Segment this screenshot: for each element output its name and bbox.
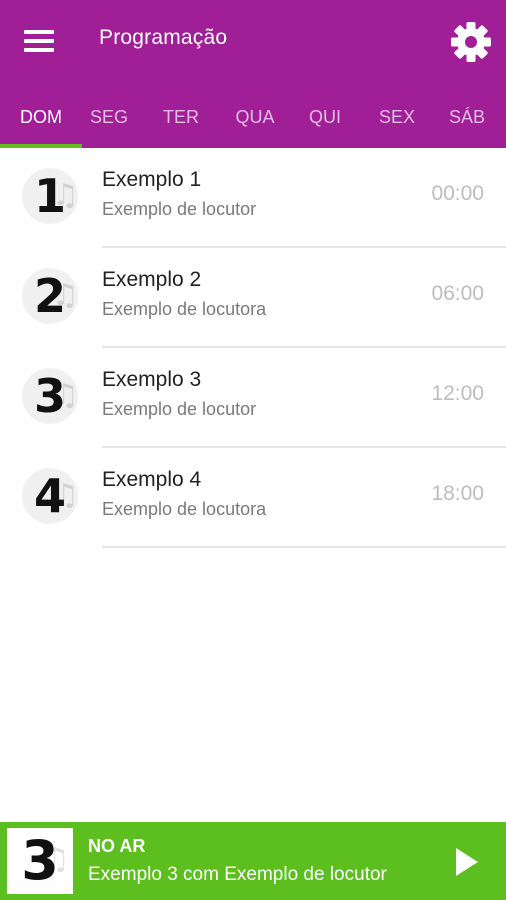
tab-label: TER [163, 106, 199, 127]
program-title: Exemplo 3 [102, 368, 202, 391]
program-title: Exemplo 4 [102, 468, 202, 491]
now-playing-bar[interactable]: ♫ 3 NO AR Exemplo 3 com Exemplo de locut… [0, 822, 506, 900]
program-number: 3 [33, 369, 66, 423]
program-number: 1 [33, 169, 66, 223]
program-time: 00:00 [431, 182, 484, 205]
hamburger-menu-icon[interactable] [20, 26, 58, 56]
tab-sex[interactable]: SEX [366, 86, 428, 148]
program-host: Exemplo de locutora [102, 499, 267, 519]
divider [102, 546, 506, 548]
page-title: Programação [99, 26, 228, 49]
list-item[interactable]: ♫ 4 Exemplo 4 Exemplo de locutora 18:00 [0, 448, 506, 548]
program-badge: ♫ 4 [22, 468, 79, 524]
tab-label: SEX [378, 106, 416, 127]
program-time: 06:00 [431, 282, 484, 305]
program-title: Exemplo 1 [102, 168, 202, 191]
tab-seg[interactable]: SEG [82, 86, 136, 148]
tab-dom[interactable]: DOM [0, 86, 82, 148]
program-badge: ♫ 3 [22, 368, 79, 424]
list-item[interactable]: ♫ 3 Exemplo 3 Exemplo de locutor 12:00 [0, 348, 506, 448]
program-badge: ♫ 2 [22, 268, 79, 324]
tab-label: DOM [20, 106, 62, 127]
tab-label: SÁB [448, 106, 486, 127]
tab-qui[interactable]: QUI [284, 86, 366, 148]
gear-icon[interactable] [448, 19, 494, 65]
now-playing-cover: ♫ 3 [7, 828, 73, 894]
program-host: Exemplo de locutora [102, 299, 267, 319]
tab-label: QUI [308, 106, 341, 127]
app-bar: Programação DOM SEG TER QUA QUI SEX SÁB [0, 0, 506, 148]
toolbar: Programação [0, 0, 506, 86]
tab-label: QUA [235, 106, 275, 127]
tab-qua[interactable]: QUA [226, 86, 284, 148]
list-item[interactable]: ♫ 2 Exemplo 2 Exemplo de locutora 06:00 [0, 248, 506, 348]
tab-sab[interactable]: SÁB [428, 86, 506, 148]
program-time: 12:00 [431, 382, 484, 405]
day-tabs: DOM SEG TER QUA QUI SEX SÁB [0, 86, 506, 148]
list-item[interactable]: ♫ 1 Exemplo 1 Exemplo de locutor 00:00 [0, 148, 506, 248]
now-playing-number: 3 [21, 829, 59, 892]
program-time: 18:00 [431, 482, 484, 505]
tab-label: SEG [89, 106, 128, 127]
play-icon[interactable] [446, 844, 486, 880]
program-number: 2 [33, 269, 66, 323]
program-number: 4 [33, 469, 66, 523]
tab-ter[interactable]: TER [136, 86, 226, 148]
now-playing-label: NO AR [88, 836, 146, 856]
program-title: Exemplo 2 [102, 268, 202, 291]
program-host: Exemplo de locutor [102, 199, 257, 219]
program-host: Exemplo de locutor [102, 399, 257, 419]
schedule-list: ♫ 1 Exemplo 1 Exemplo de locutor 00:00 ♫… [0, 148, 506, 548]
program-badge: ♫ 1 [22, 168, 79, 224]
now-playing-detail: Exemplo 3 com Exemplo de locutor [88, 864, 387, 885]
